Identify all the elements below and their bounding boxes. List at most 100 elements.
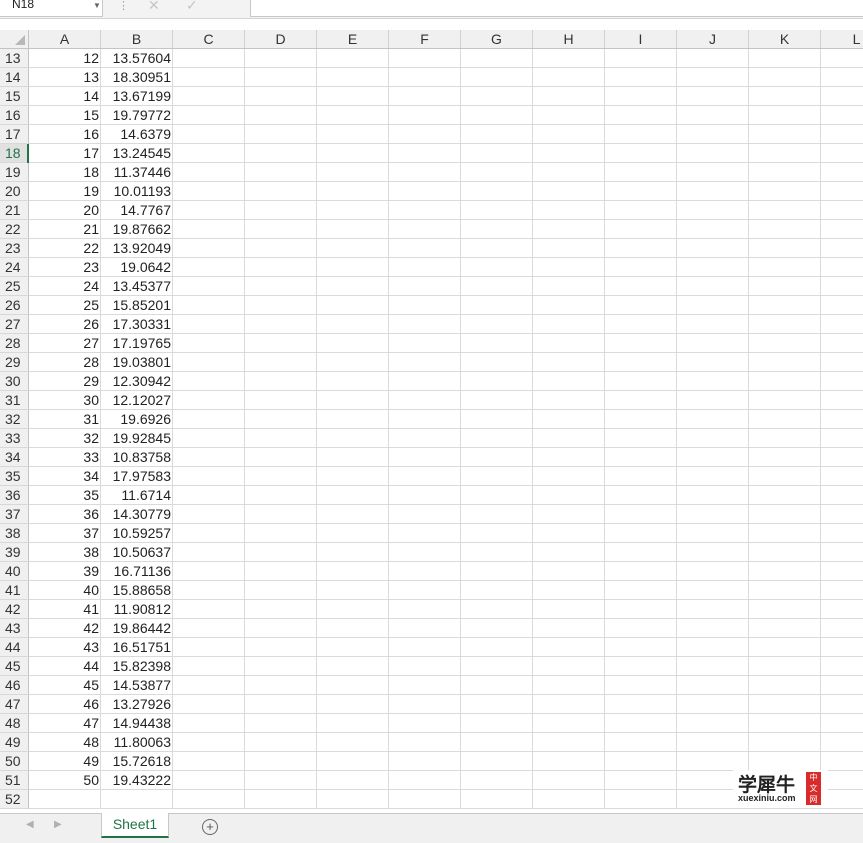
row-cells[interactable]: 18 11.37446 [29, 163, 863, 182]
column-header-j[interactable]: J [677, 30, 749, 48]
cell-b[interactable]: 19.87662 [101, 220, 171, 238]
row-header[interactable]: 50 [0, 752, 29, 771]
column-header-e[interactable]: E [317, 30, 389, 48]
cell-a[interactable]: 25 [29, 296, 99, 314]
row-cells[interactable]: 28 19.03801 [29, 353, 863, 372]
row-cells[interactable]: 21 19.87662 [29, 220, 863, 239]
column-header-f[interactable]: F [389, 30, 461, 48]
row-header[interactable]: 19 [0, 163, 29, 182]
cell-b[interactable]: 19.86442 [101, 619, 171, 637]
row-cells[interactable]: 33 10.83758 [29, 448, 863, 467]
cell-a[interactable]: 48 [29, 733, 99, 751]
row-header[interactable]: 34 [0, 448, 29, 467]
cell-a[interactable]: 27 [29, 334, 99, 352]
chevron-down-icon[interactable]: ▼ [93, 0, 101, 12]
cell-b[interactable]: 17.97583 [101, 467, 171, 485]
cell-a[interactable]: 17 [29, 144, 99, 162]
row-cells[interactable]: 49 15.72618 [29, 752, 863, 771]
row-header[interactable]: 40 [0, 562, 29, 581]
scroll-tabs-right-icon[interactable]: ▶ [54, 819, 62, 830]
row-header[interactable]: 36 [0, 486, 29, 505]
row-header[interactable]: 23 [0, 239, 29, 258]
cell-b[interactable]: 14.94438 [101, 714, 171, 732]
cell-a[interactable]: 18 [29, 163, 99, 181]
row-cells[interactable]: 42 19.86442 [29, 619, 863, 638]
name-box[interactable]: N18 ▼ [0, 0, 103, 17]
sheet-tab-sheet1[interactable]: Sheet1 [101, 813, 169, 838]
cell-a[interactable]: 12 [29, 49, 99, 67]
row-cells[interactable]: 38 10.50637 [29, 543, 863, 562]
row-cells[interactable]: 13 18.30951 [29, 68, 863, 87]
cell-a[interactable]: 46 [29, 695, 99, 713]
spreadsheet-grid[interactable]: ABCDEFGHIJKL 13 12 13.57604 14 13 18.30951 15 1… [0, 30, 863, 813]
column-header-h[interactable]: H [533, 30, 605, 48]
cell-a[interactable]: 22 [29, 239, 99, 257]
row-cells[interactable]: 48 11.80063 [29, 733, 863, 752]
row-cells[interactable]: 43 16.51751 [29, 638, 863, 657]
row-cells[interactable]: 25 15.85201 [29, 296, 863, 315]
row-cells[interactable]: 20 14.7767 [29, 201, 863, 220]
row-header[interactable]: 48 [0, 714, 29, 733]
cell-a[interactable]: 29 [29, 372, 99, 390]
row-cells[interactable]: 40 15.88658 [29, 581, 863, 600]
row-cells[interactable]: 35 11.6714 [29, 486, 863, 505]
cell-b[interactable]: 16.51751 [101, 638, 171, 656]
cell-a[interactable]: 14 [29, 87, 99, 105]
cell-a[interactable]: 20 [29, 201, 99, 219]
cell-a[interactable]: 31 [29, 410, 99, 428]
cell-a[interactable]: 47 [29, 714, 99, 732]
row-header[interactable]: 30 [0, 372, 29, 391]
cell-b[interactable]: 13.24545 [101, 144, 171, 162]
cell-b[interactable]: 17.30331 [101, 315, 171, 333]
cell-b[interactable]: 14.6379 [101, 125, 171, 143]
row-header[interactable]: 31 [0, 391, 29, 410]
more-options-icon[interactable]: ⋮ [118, 0, 129, 12]
column-header-g[interactable]: G [461, 30, 533, 48]
cell-b[interactable]: 11.90812 [101, 600, 171, 618]
row-cells[interactable]: 46 13.27926 [29, 695, 863, 714]
row-header[interactable]: 47 [0, 695, 29, 714]
row-header[interactable]: 27 [0, 315, 29, 334]
row-cells[interactable]: 34 17.97583 [29, 467, 863, 486]
cell-a[interactable]: 16 [29, 125, 99, 143]
cell-b[interactable]: 15.85201 [101, 296, 171, 314]
row-header[interactable]: 37 [0, 505, 29, 524]
row-cells[interactable]: 41 11.90812 [29, 600, 863, 619]
row-cells[interactable]: 19 10.01193 [29, 182, 863, 201]
cell-a[interactable]: 42 [29, 619, 99, 637]
row-header[interactable]: 26 [0, 296, 29, 315]
cell-a[interactable]: 26 [29, 315, 99, 333]
cell-b[interactable]: 15.82398 [101, 657, 171, 675]
cell-b[interactable]: 17.19765 [101, 334, 171, 352]
row-header[interactable]: 49 [0, 733, 29, 752]
row-header[interactable]: 29 [0, 353, 29, 372]
row-cells[interactable]: 27 17.19765 [29, 334, 863, 353]
row-header[interactable]: 38 [0, 524, 29, 543]
row-header[interactable]: 21 [0, 201, 29, 220]
cell-b[interactable]: 16.71136 [101, 562, 171, 580]
cell-a[interactable]: 44 [29, 657, 99, 675]
cell-b[interactable]: 11.37446 [101, 163, 171, 181]
row-cells[interactable]: 26 17.30331 [29, 315, 863, 334]
cell-b[interactable]: 19.79772 [101, 106, 171, 124]
cell-b[interactable]: 14.30779 [101, 505, 171, 523]
cell-a[interactable]: 35 [29, 486, 99, 504]
cell-b[interactable]: 15.88658 [101, 581, 171, 599]
cell-b[interactable]: 19.0642 [101, 258, 171, 276]
cell-b[interactable]: 19.92845 [101, 429, 171, 447]
cell-b[interactable]: 18.30951 [101, 68, 171, 86]
cell-b[interactable]: 11.6714 [101, 486, 171, 504]
row-header[interactable]: 25 [0, 277, 29, 296]
add-sheet-icon[interactable]: + [202, 819, 218, 835]
row-header[interactable]: 52 [0, 790, 29, 809]
row-header[interactable]: 46 [0, 676, 29, 695]
cell-a[interactable]: 32 [29, 429, 99, 447]
cell-b[interactable]: 10.50637 [101, 543, 171, 561]
column-header-l[interactable]: L [821, 30, 863, 48]
row-header[interactable]: 32 [0, 410, 29, 429]
formula-input[interactable] [250, 0, 863, 17]
cell-b[interactable] [101, 790, 171, 808]
cell-b[interactable]: 13.45377 [101, 277, 171, 295]
cell-a[interactable]: 41 [29, 600, 99, 618]
row-header[interactable]: 41 [0, 581, 29, 600]
